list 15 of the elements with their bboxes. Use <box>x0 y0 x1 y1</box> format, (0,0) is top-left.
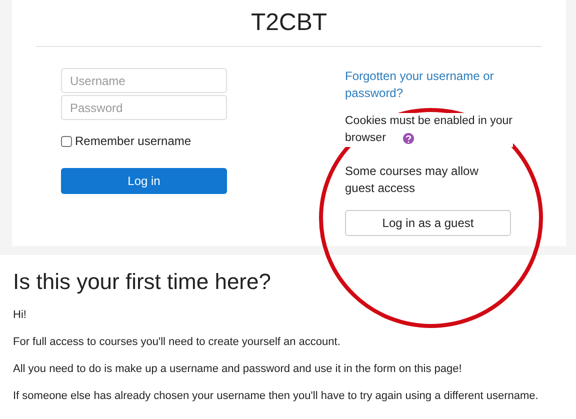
site-title: T2CBT <box>250 8 327 38</box>
username-field[interactable]: Username <box>61 68 227 93</box>
first-time-heading: Is this your first time here? <box>13 269 272 295</box>
info-paragraph: All you need to do is make up a username and password and use it in the form on this page! <box>13 362 463 376</box>
info-paragraph: Hi! <box>13 308 28 322</box>
info-paragraph: If someone else has already chosen your username then you'll have to try again using a different username. <box>13 389 540 403</box>
guest-access-note: Some courses may allow guest access <box>345 163 480 197</box>
info-paragraph: For full access to courses you'll need to create yourself an account. <box>13 335 342 349</box>
forgot-password-link[interactable]: Forgotten your username or password? <box>345 68 515 102</box>
password-field[interactable]: Password <box>61 95 227 120</box>
cookies-note: Cookies must be enabled in your browser <box>345 113 513 147</box>
remember-checkbox[interactable] <box>61 136 72 146</box>
login-button[interactable]: Log in <box>61 168 227 194</box>
guest-login-button[interactable]: Log in as a guest <box>345 210 511 236</box>
remember-label: Remember username <box>75 133 192 150</box>
